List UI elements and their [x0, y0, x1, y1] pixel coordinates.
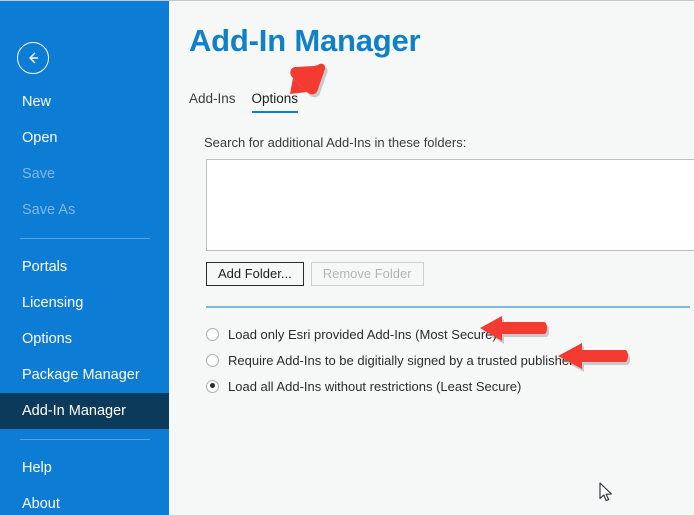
folder-buttons: Add Folder... Remove Folder [206, 262, 424, 286]
radio-label-signed-required: Require Add-Ins to be digitially signed … [228, 352, 574, 368]
tab-bar: Add-Ins Options [189, 91, 299, 113]
sidebar-item-add-in-manager[interactable]: Add-In Manager [0, 393, 169, 429]
section-divider [206, 306, 690, 308]
sidebar-item-options[interactable]: Options [0, 321, 169, 357]
sidebar-item-open[interactable]: Open [0, 120, 169, 156]
radio-label-esri-only: Load only Esri provided Add-Ins (Most Se… [228, 326, 497, 342]
radio-button-load-all[interactable] [206, 379, 219, 393]
radio-row-esri-only[interactable]: Load only Esri provided Add-Ins (Most Se… [206, 321, 573, 347]
sidebar-item-save: Save [22, 166, 56, 182]
folders-label: Search for additional Add-Ins in these f… [204, 135, 467, 150]
sidebar-item-save-as: Save As [22, 202, 76, 218]
security-radio-group: Load only Esri provided Add-Ins (Most Se… [206, 321, 573, 399]
sidebar-divider-2 [20, 439, 150, 440]
add-folder-button[interactable]: Add Folder... [206, 262, 304, 286]
backstage-sidebar: New Open Save Save As Portals Licensing … [0, 1, 169, 515]
radio-button-esri-only[interactable] [206, 327, 219, 341]
tab-add-ins[interactable]: Add-Ins [189, 91, 236, 113]
remove-folder-button: Remove Folder [310, 262, 424, 286]
sidebar-item-help[interactable]: Help [0, 450, 169, 486]
radio-label-load-all: Load all Add-Ins without restrictions (L… [228, 378, 522, 394]
page-title: Add-In Manager [189, 23, 421, 58]
sidebar-item-licensing[interactable]: Licensing [0, 285, 169, 321]
tab-options[interactable]: Options [251, 91, 299, 113]
radio-button-signed-required[interactable] [206, 353, 219, 367]
sidebar-item-about[interactable]: About [0, 486, 169, 515]
radio-row-load-all[interactable]: Load all Add-Ins without restrictions (L… [206, 373, 573, 399]
sidebar-item-new[interactable]: New [0, 84, 169, 120]
sidebar-divider-1 [20, 238, 150, 239]
sidebar-item-portals[interactable]: Portals [0, 249, 169, 285]
back-arrow-icon[interactable] [17, 42, 49, 74]
add-in-manager-window: New Open Save Save As Portals Licensing … [0, 0, 694, 515]
sidebar-nav: New Open Save Save As Portals Licensing … [0, 84, 169, 515]
folder-list-box[interactable] [206, 159, 694, 251]
radio-row-signed-required[interactable]: Require Add-Ins to be digitially signed … [206, 347, 573, 373]
sidebar-item-package-manager[interactable]: Package Manager [0, 357, 169, 393]
main-panel: Add-In Manager Add-Ins Options Search fo… [169, 1, 694, 515]
